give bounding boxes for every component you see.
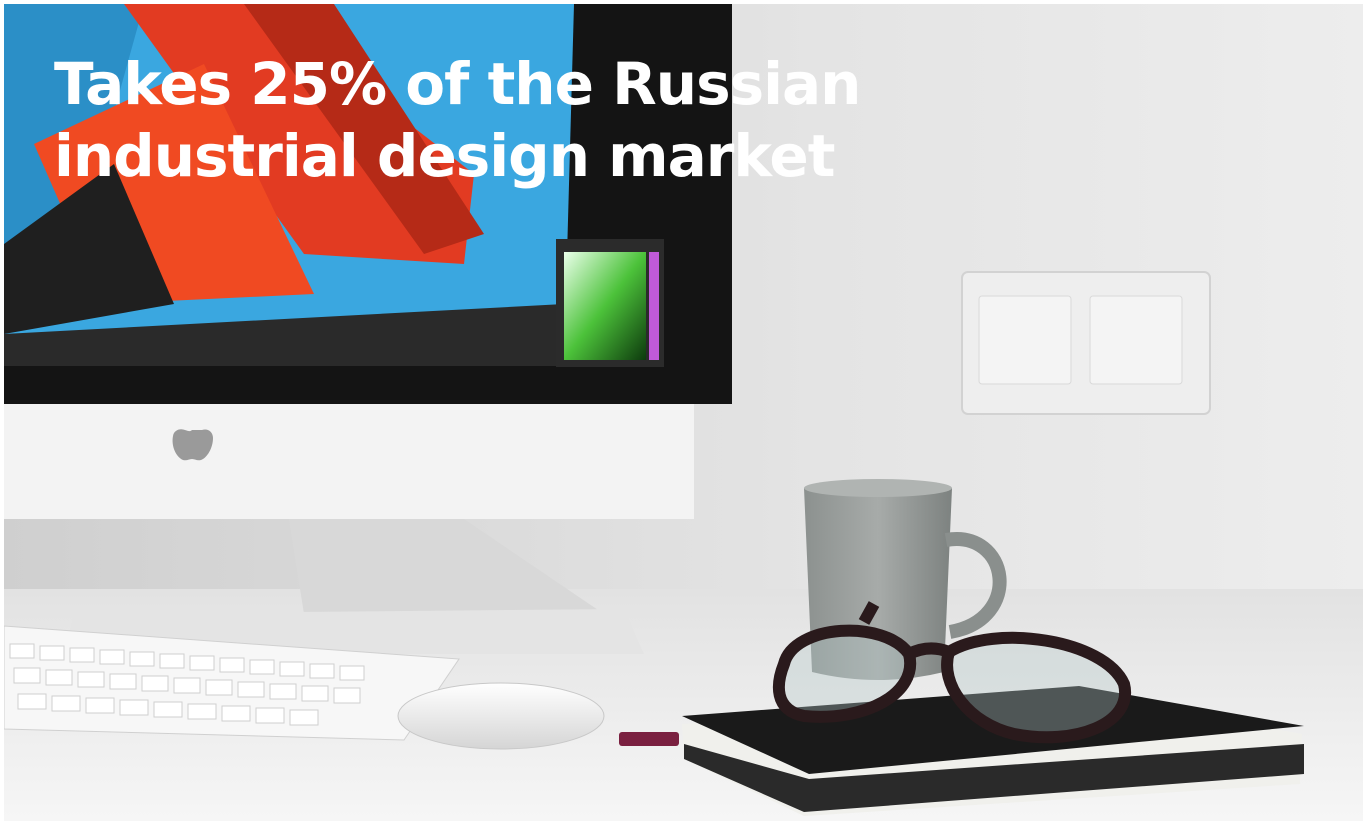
light-switch xyxy=(961,271,1211,415)
mouse xyxy=(397,682,605,750)
headline-line-2: industrial design market xyxy=(54,122,835,190)
headline-line-1: Takes 25% of the Russian xyxy=(54,50,861,118)
hero-image: Takes 25% of the Russian industrial desi… xyxy=(4,4,1363,821)
headline: Takes 25% of the Russian industrial desi… xyxy=(54,48,954,192)
